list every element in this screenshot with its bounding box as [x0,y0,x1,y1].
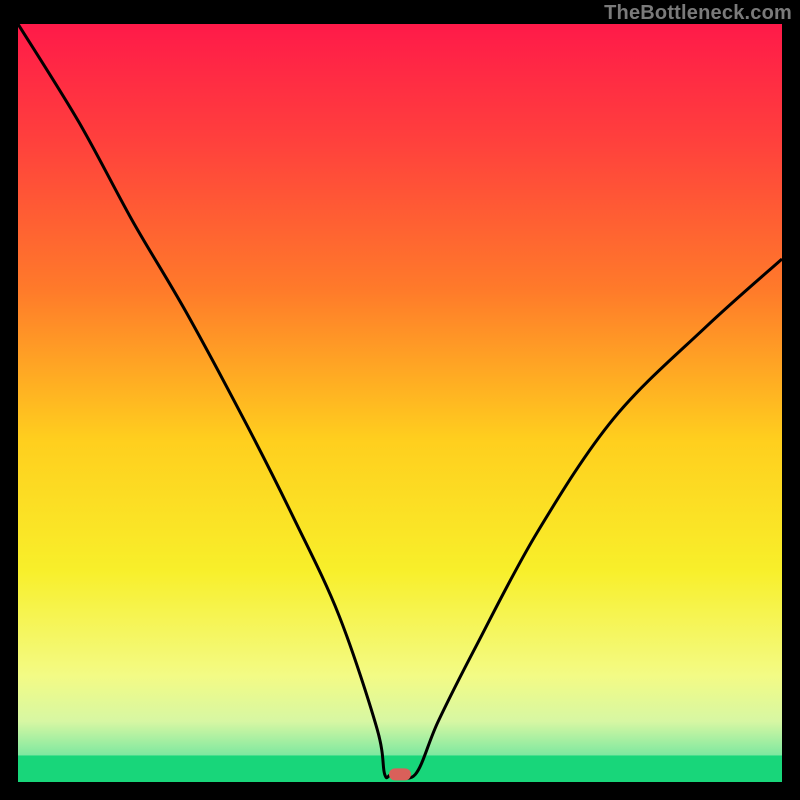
watermark-label: TheBottleneck.com [604,2,792,25]
chart-plot-area [18,24,782,782]
chart-frame: TheBottleneck.com [0,0,800,800]
optimal-marker [389,768,411,780]
bottleneck-chart [18,24,782,782]
gradient-background [18,24,782,782]
